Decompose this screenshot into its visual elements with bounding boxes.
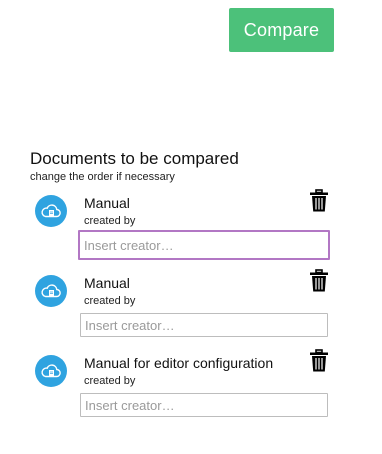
- cloud-document-icon: [35, 275, 67, 307]
- trash-icon[interactable]: [308, 269, 330, 293]
- document-item: Manual created by: [30, 269, 350, 347]
- section-subtitle: change the order if necessary: [30, 171, 175, 183]
- document-item: Manual for editor configuration created …: [30, 349, 350, 427]
- trash-icon[interactable]: [308, 189, 330, 213]
- creator-input[interactable]: [80, 393, 328, 417]
- compare-button[interactable]: Compare: [229, 8, 334, 52]
- trash-icon[interactable]: [308, 349, 330, 373]
- cloud-document-icon: [35, 195, 67, 227]
- document-item: Manual created by: [30, 189, 350, 267]
- section-title: Documents to be compared: [30, 149, 239, 168]
- creator-input[interactable]: [78, 230, 330, 260]
- created-by-label: created by: [84, 215, 136, 227]
- document-name: Manual: [84, 275, 130, 291]
- created-by-label: created by: [84, 295, 136, 307]
- creator-input[interactable]: [80, 313, 328, 337]
- cloud-document-icon: [35, 355, 67, 387]
- created-by-label: created by: [84, 375, 136, 387]
- document-name: Manual: [84, 195, 130, 211]
- document-name: Manual for editor configuration: [84, 355, 274, 371]
